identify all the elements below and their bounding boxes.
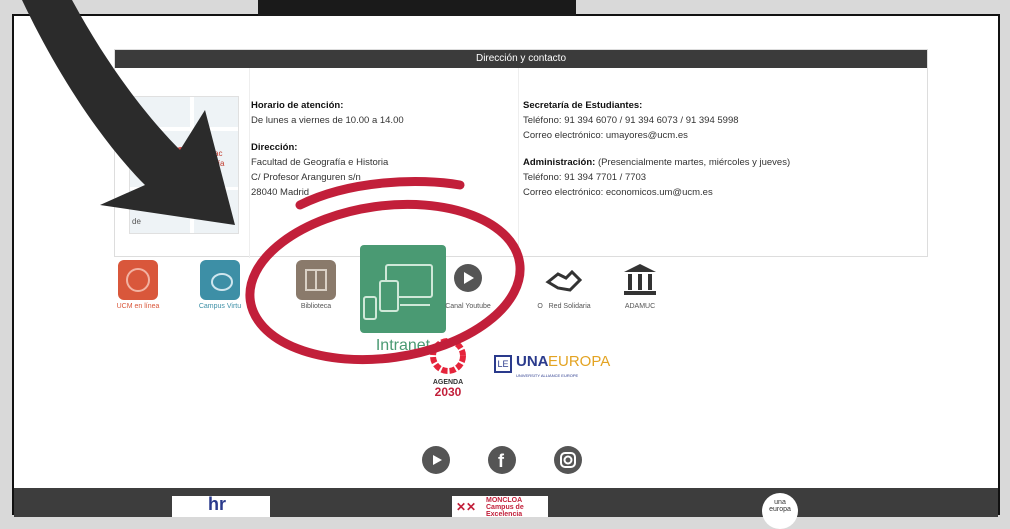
- arrow-icon: [22, 0, 235, 225]
- highlight-ellipse: [245, 199, 525, 365]
- annotation-overlay: [22, 0, 525, 365]
